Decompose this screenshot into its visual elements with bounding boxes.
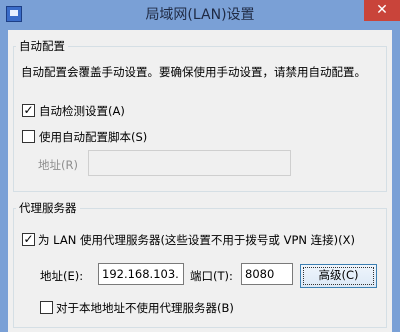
proxy-group-label: 代理服务器 [16, 200, 80, 216]
auto-detect-label[interactable]: 自动检测设置(A) [39, 103, 125, 119]
title-bar[interactable]: 局域网(LAN)设置 ✕ [0, 0, 400, 30]
script-address-label: 地址(R) [38, 158, 78, 172]
proxy-port-input[interactable] [241, 263, 293, 285]
window-title: 局域网(LAN)设置 [145, 7, 255, 23]
proxy-port-label: 端口(T): [190, 269, 233, 283]
use-script-label[interactable]: 使用自动配置脚本(S) [39, 129, 147, 145]
proxy-address-label: 地址(E): [40, 269, 84, 283]
proxy-address-input[interactable] [98, 263, 184, 285]
window-frame-right [392, 30, 400, 332]
auto-config-group-label: 自动配置 [16, 38, 68, 54]
close-icon: ✕ [376, 2, 388, 18]
advanced-button[interactable]: 高级(C) [300, 264, 377, 288]
dialog-body: 自动配置 自动配置会覆盖手动设置。要确保使用手动设置，请禁用自动配置。 自动检测… [8, 30, 392, 332]
focus-rect [303, 267, 374, 285]
use-proxy-checkbox[interactable] [22, 231, 35, 247]
use-script-checkbox[interactable] [22, 130, 35, 143]
bypass-local-checkbox[interactable] [40, 301, 53, 314]
use-proxy-label[interactable]: 为 LAN 使用代理服务器(这些设置不用于拨号或 VPN 连接)(X) [38, 232, 355, 248]
bypass-local-label[interactable]: 对于本地地址不使用代理服务器(B) [56, 300, 234, 316]
auto-config-description: 自动配置会覆盖手动设置。要确保使用手动设置，请禁用自动配置。 [21, 65, 366, 79]
auto-detect-checkbox[interactable] [22, 102, 35, 118]
close-button[interactable]: ✕ [364, 0, 400, 21]
script-address-input[interactable] [88, 150, 291, 176]
window-frame-left [0, 30, 8, 332]
